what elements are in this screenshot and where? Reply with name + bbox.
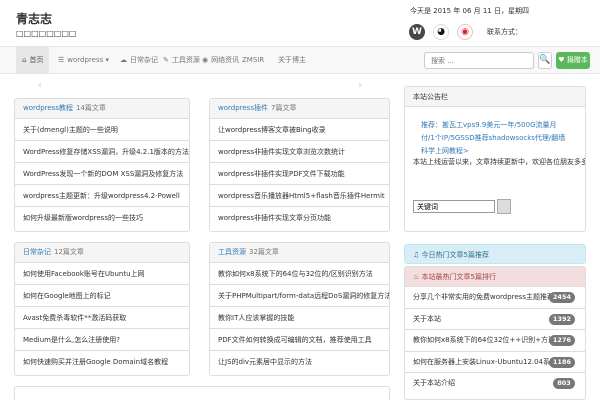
notice-title: 本站公告栏 — [405, 87, 585, 107]
notice-link[interactable]: 推荐：搬瓦工vps9.9美元一年/500G流量月付/1个IP/5GSSD推荐sh… — [405, 107, 585, 158]
list-item[interactable]: 如何升级最新版wordpress的一些技巧 — [15, 207, 189, 229]
list-item[interactable]: wordpress主题更新：升级wordpress4.2-Powell — [15, 185, 189, 207]
nav-about[interactable]: 关于博主 — [272, 47, 312, 73]
list-item[interactable]: WordPress修复存储XSS漏洞，升级4.2.1版本的方法 — [15, 141, 189, 163]
home-icon: ⌂ — [22, 56, 27, 64]
nav-news-label: 网络资讯 — [211, 56, 240, 64]
nav-home-label: 首页 — [29, 56, 44, 64]
keyword-submit-button[interactable] — [497, 199, 511, 214]
panel-title[interactable]: wordpress — [23, 104, 59, 112]
list-item[interactable]: Avast免费杀毒软件**激活码获取 — [15, 307, 189, 329]
panel-title-suffix[interactable]: 教程 — [59, 104, 73, 112]
cloud-icon: ☁ — [120, 56, 127, 64]
list-item[interactable]: 关于(dmengl)主题的一些说明 — [15, 119, 189, 141]
search-input[interactable] — [424, 52, 534, 69]
list-item[interactable]: PDF文件如何转换成可编辑的文档，推荐使用工具 — [210, 329, 389, 351]
notice-panel: 本站公告栏 推荐：搬瓦工vps9.9美元一年/500G流量月付/1个IP/5GS… — [404, 86, 586, 232]
search-icon: 🔍 — [539, 55, 551, 65]
list-item[interactable]: WordPress发现一个新的DOM XSS漏洞及修复方法 — [15, 163, 189, 185]
fire-icon: ♨ — [413, 273, 422, 281]
keyword-input[interactable] — [413, 200, 495, 213]
hot-articles-label: 今日热门文章5篇推荐 — [421, 251, 489, 259]
date-text: 今天是 2015 年 06 月 11 日，星期四 — [410, 7, 529, 15]
list-item[interactable]: 如何使用Facebook账号在Ubuntu上网 — [15, 263, 189, 285]
nav-wordpress[interactable]: ☰ wordpress ▾ — [52, 47, 115, 73]
donate-button[interactable]: ♥ 捐赠本站 — [556, 52, 590, 81]
site-header: 青志志 □□□□□□□□ 今天是 2015 年 06 月 11 日，星期四 W … — [0, 0, 600, 46]
list-item[interactable]: Medium是什么,怎么注册使用? — [15, 329, 189, 351]
top-articles-header: ♨ 本站最热门文章5篇排行 — [405, 267, 585, 287]
nav-about-label: 关于博主 — [278, 56, 306, 64]
list-item[interactable]: 如何快速购买并注册Google Domain域名教程 — [15, 351, 189, 373]
top-article-label: 如何在服务器上安装Linux-Ubuntu12.04系统 — [413, 357, 558, 366]
list-item[interactable]: wordpress非插件实现文章浏览次数统计 — [210, 141, 389, 163]
top-article-label: 分享几个非常实用的免费wordpress主题推荐 — [413, 293, 554, 301]
panel-header: 日常杂记 12篇文章 — [15, 243, 189, 263]
panel-daily-notes: 日常杂记 12篇文章 如何使用Facebook账号在Ubuntu上网 如何在Goo… — [14, 242, 190, 376]
top-article-item[interactable]: 如何在服务器上安装Linux-Ubuntu12.04系统 1186 — [405, 352, 585, 373]
panel-count: 7篇文章 — [270, 104, 297, 112]
music-icon: ♫ — [413, 251, 422, 259]
notice-text: 本站上线运营以来，文章持续更新中，欢迎各位朋友多多关注本站... — [413, 158, 585, 166]
top-articles-panel: ♨ 本站最热门文章5篇排行 分享几个非常实用的免费wordpress主题推荐 24… — [404, 266, 586, 400]
wrench-icon: ✎ — [163, 56, 169, 64]
panel-header: wordpress教程 14篇文章 — [15, 99, 189, 119]
globe-icon: ◉ — [202, 56, 209, 64]
top-article-item[interactable]: 关于本站 1392 — [405, 309, 585, 330]
top-article-item[interactable]: 分享几个非常实用的免费wordpress主题推荐 2454 — [405, 287, 585, 309]
next-arrow-icon[interactable]: › — [358, 80, 362, 91]
list-item[interactable]: wordpress非插件实现文章分页功能 — [210, 207, 389, 229]
view-count-badge: 1276 — [548, 335, 575, 346]
panel-title-suffix[interactable]: 插件 — [254, 104, 268, 112]
nav-wordpress-label: wordpress ▾ — [67, 56, 109, 64]
list-item[interactable]: 如何在Google地图上的标记 — [15, 285, 189, 307]
panel-count: 32篇文章 — [249, 248, 279, 256]
top-article-label: 教你如何x8系统下的64位32位++识别+方法介绍 — [413, 336, 570, 344]
weibo-icon[interactable]: ◉ — [457, 24, 473, 40]
panel-title[interactable]: 工具资源 — [218, 248, 246, 256]
wordpress-icon[interactable]: W — [409, 24, 425, 40]
panel-count: 12篇文章 — [54, 248, 84, 256]
social-label: 联系方式： — [487, 28, 522, 36]
site-title[interactable]: 青志志 — [16, 10, 52, 27]
nav-home[interactable]: ⌂ 首页 — [16, 47, 50, 73]
top-article-item[interactable]: 关于本站介绍 803 — [405, 373, 585, 395]
panel-bottom — [14, 386, 390, 400]
qq-icon[interactable]: ◕ — [433, 24, 449, 40]
list-item[interactable]: 关于PHPMultipart/form-data远程DoS漏洞的修复方法介绍 — [210, 285, 389, 307]
list-item[interactable]: wordpress音乐播放器Html5+flash音乐插件Hermit — [210, 185, 389, 207]
list-item[interactable]: 教你如何x8系统下的64位与32位的/区别识别方法 — [210, 263, 389, 285]
social-links: W ◕ ◉ 联系方式： — [409, 23, 522, 41]
nav-zmsir-label: ZMSIR — [242, 56, 265, 64]
panel-title[interactable]: wordpress — [218, 104, 254, 112]
list-item[interactable]: 让wordpress博客文章被Bing收录 — [210, 119, 389, 141]
hot-articles-panel: ♫ 今日热门文章5篇推荐 — [404, 244, 586, 264]
list-item[interactable]: wordpress非插件实现PDF文件下载功能 — [210, 163, 389, 185]
panel-wp-tutorials: wordpress教程 14篇文章 关于(dmengl)主题的一些说明 WordP… — [14, 98, 190, 232]
main-navbar: ⌂ 首页 ☰ wordpress ▾ ☁ 日常杂记 ✎ 工具资源 ◉ 网络资讯 ZMSIR… — [0, 46, 600, 81]
site-description: □□□□□□□□ — [16, 29, 77, 38]
list-item[interactable]: 让JS的div元素居中显示的方法 — [210, 351, 389, 373]
top-articles-title: 本站最热门文章5篇排行 — [421, 273, 496, 281]
top-article-item[interactable]: 教你如何x8系统下的64位32位++识别+方法介绍 1276 — [405, 330, 585, 352]
hot-articles-title[interactable]: ♫ 今日热门文章5篇推荐 — [405, 245, 585, 263]
view-count-badge: 803 — [553, 378, 575, 389]
nav-zmsir[interactable]: ZMSIR — [236, 47, 270, 73]
list-icon: ☰ — [58, 56, 65, 64]
panel-title[interactable]: 日常杂记 — [23, 248, 51, 256]
panel-header: wordpress插件 7篇文章 — [210, 99, 389, 119]
top-article-label: 关于本站 — [413, 314, 441, 323]
view-count-badge: 1186 — [548, 356, 575, 368]
panel-count: 14篇文章 — [75, 104, 106, 112]
panel-header: 工具资源 32篇文章 — [210, 243, 389, 263]
view-count-badge: 1392 — [548, 313, 575, 325]
top-article-label: 关于本站介绍 — [413, 379, 455, 387]
search-button[interactable]: 🔍 — [538, 52, 552, 69]
prev-arrow-icon[interactable]: ‹ — [38, 80, 42, 91]
list-item[interactable]: 教你IT人应该掌握的技能 — [210, 307, 389, 329]
view-count-badge: 2454 — [548, 292, 575, 303]
panel-wp-plugins: wordpress插件 7篇文章 让wordpress博客文章被Bing收录 wo… — [209, 98, 390, 232]
panel-tools-resources: 工具资源 32篇文章 教你如何x8系统下的64位与32位的/区别识别方法 关于PH… — [209, 242, 390, 376]
nav-daily-label: 日常杂记 — [130, 56, 158, 64]
